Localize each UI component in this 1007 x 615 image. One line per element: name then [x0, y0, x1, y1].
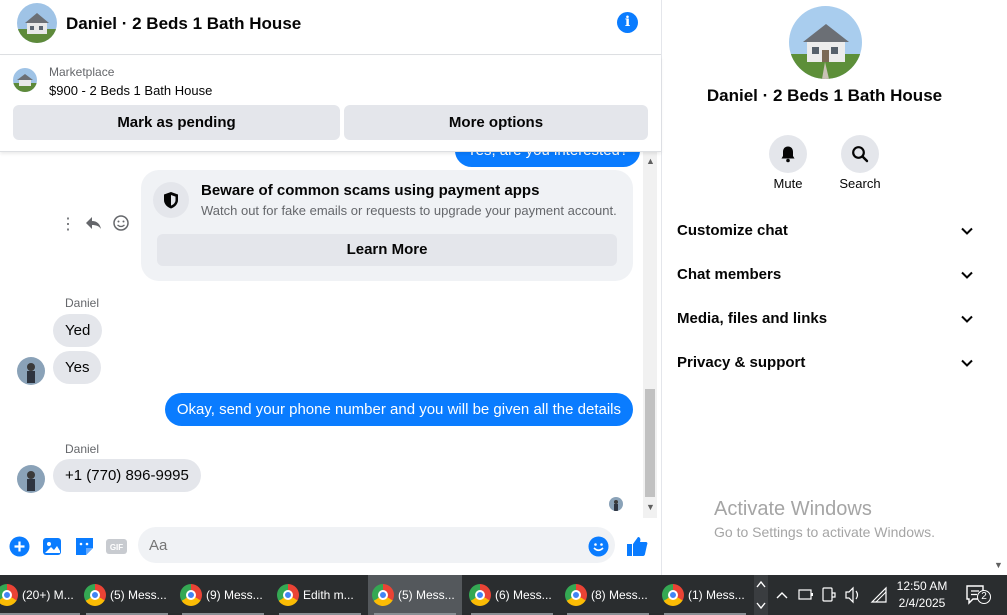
taskbar-item[interactable]: (8) Mess...	[561, 575, 655, 615]
scroll-down-arrow[interactable]: ▼	[994, 560, 1003, 570]
customize-chat-section[interactable]: Customize chat	[677, 222, 974, 246]
section-label: Privacy & support	[677, 354, 806, 371]
learn-more-button[interactable]: Learn More	[157, 234, 617, 266]
outgoing-message-partial[interactable]: Yes, are you interested?	[455, 152, 641, 167]
scroll-up-arrow[interactable]: ▲	[646, 156, 655, 166]
scroll-down-arrow[interactable]: ▼	[646, 502, 655, 512]
chrome-icon	[0, 584, 18, 606]
windows-taskbar: (20+) M... (5) Mess... (9) Mess... Edith…	[0, 575, 1007, 615]
info-scrollbar[interactable]: ▼	[990, 0, 1007, 575]
shield-icon	[153, 182, 189, 218]
composer: GIF	[0, 522, 661, 570]
taskbar-item[interactable]: (20+) M...	[0, 575, 86, 615]
search-button[interactable]	[841, 135, 879, 173]
taskbar-item[interactable]: (1) Mess...	[658, 575, 752, 615]
contact-avatar[interactable]	[17, 3, 57, 43]
like-icon[interactable]	[626, 535, 648, 557]
chat-pane: Daniel · 2 Beds 1 Bath House i Marketpla…	[0, 0, 662, 575]
message-list: Yes, are you interested? ⋮ Beware of com…	[0, 152, 661, 518]
taskbar-item[interactable]: (6) Mess...	[465, 575, 559, 615]
gif-icon[interactable]: GIF	[105, 535, 127, 557]
chevron-down-icon	[961, 227, 973, 235]
taskbar-item[interactable]: Edith m...	[273, 575, 367, 615]
system-clock[interactable]: 12:50 AM 2/4/2025	[890, 578, 954, 612]
scroll-thumb[interactable]	[645, 389, 655, 497]
chat-members-section[interactable]: Chat members	[677, 266, 974, 290]
section-label: Chat members	[677, 266, 782, 283]
chevron-down-icon	[961, 359, 973, 367]
section-label: Customize chat	[677, 222, 788, 239]
clock-date: 2/4/2025	[898, 596, 946, 610]
sender-name: Daniel	[65, 296, 100, 310]
volume-icon[interactable]	[843, 575, 863, 615]
warning-subtitle: Watch out for fake emails or requests to…	[201, 203, 617, 218]
taskbar-item-active[interactable]: (5) Mess...	[368, 575, 462, 615]
wifi-icon[interactable]	[869, 575, 889, 615]
message-actions: ⋮	[58, 214, 138, 236]
taskbar-scroll[interactable]	[754, 575, 768, 615]
more-options-button[interactable]: More options	[344, 105, 648, 140]
mute-label: Mute	[773, 176, 803, 191]
emoji-icon[interactable]	[587, 535, 609, 557]
privacy-support-section[interactable]: Privacy & support	[677, 354, 974, 378]
outgoing-message[interactable]: Okay, send your phone number and you wil…	[164, 393, 633, 426]
svg-text:GIF: GIF	[109, 543, 122, 552]
battery-icon[interactable]	[797, 575, 815, 615]
bell-icon	[781, 146, 795, 163]
incoming-message[interactable]: +1 (770) 896-9995	[53, 459, 201, 492]
clock-time: 12:50 AM	[896, 579, 948, 593]
search-icon	[852, 146, 869, 163]
read-receipt-avatar	[609, 497, 623, 511]
media-files-links-section[interactable]: Media, files and links	[677, 310, 974, 334]
info-icon[interactable]: i	[617, 12, 638, 33]
chat-title[interactable]: Daniel · 2 Beds 1 Bath House	[66, 14, 301, 34]
chrome-icon	[469, 584, 491, 606]
search-label: Search	[839, 176, 881, 191]
activate-windows-subtitle: Go to Settings to activate Windows.	[714, 524, 935, 540]
chevron-down-icon	[961, 271, 973, 279]
sticker-icon[interactable]	[73, 535, 95, 557]
chevron-down-icon	[961, 315, 973, 323]
sender-avatar[interactable]	[17, 357, 45, 385]
chrome-icon	[565, 584, 587, 606]
chat-scrollbar[interactable]: ▲ ▼	[643, 152, 657, 518]
conversation-avatar[interactable]	[789, 6, 862, 79]
mark-as-pending-button[interactable]: Mark as pending	[13, 105, 340, 140]
chat-header: Daniel · 2 Beds 1 Bath House i	[0, 0, 661, 55]
chrome-icon	[372, 584, 394, 606]
tray-chevron-icon[interactable]	[774, 575, 790, 615]
chrome-icon	[277, 584, 299, 606]
notifications-icon[interactable]: 2	[963, 575, 993, 615]
warning-title: Beware of common scams using payment app…	[201, 182, 540, 199]
reply-icon[interactable]	[83, 214, 103, 236]
scam-warning-card: Beware of common scams using payment app…	[141, 170, 633, 281]
taskbar-item[interactable]: (9) Mess...	[176, 575, 270, 615]
activate-windows-title: Activate Windows	[714, 498, 872, 520]
marketplace-card: Marketplace $900 - 2 Beds 1 Bath House M…	[0, 56, 661, 152]
section-label: Media, files and links	[677, 310, 828, 327]
listing-thumbnail[interactable]	[13, 68, 37, 92]
marketplace-label: Marketplace	[49, 65, 115, 79]
device-icon[interactable]	[820, 575, 838, 615]
react-icon[interactable]	[111, 214, 131, 236]
sender-avatar[interactable]	[17, 465, 45, 493]
conversation-name: Daniel · 2 Beds 1 Bath House	[706, 86, 943, 105]
photo-icon[interactable]	[41, 535, 63, 557]
message-input[interactable]	[138, 527, 615, 563]
sender-name: Daniel	[65, 442, 100, 456]
listing-title[interactable]: $900 - 2 Beds 1 Bath House	[49, 83, 212, 98]
taskbar-item[interactable]: (5) Mess...	[80, 575, 174, 615]
chrome-icon	[180, 584, 202, 606]
mute-button[interactable]	[769, 135, 807, 173]
chrome-icon	[662, 584, 684, 606]
notification-count: 2	[977, 590, 991, 604]
conversation-info-pane: Daniel · 2 Beds 1 Bath House Mute Search…	[662, 0, 1007, 575]
more-actions-icon[interactable]: ⋮	[58, 214, 78, 236]
plus-icon[interactable]	[8, 535, 30, 557]
chrome-icon	[84, 584, 106, 606]
incoming-message[interactable]: Yes	[53, 351, 102, 384]
incoming-message[interactable]: Yed	[53, 314, 103, 347]
